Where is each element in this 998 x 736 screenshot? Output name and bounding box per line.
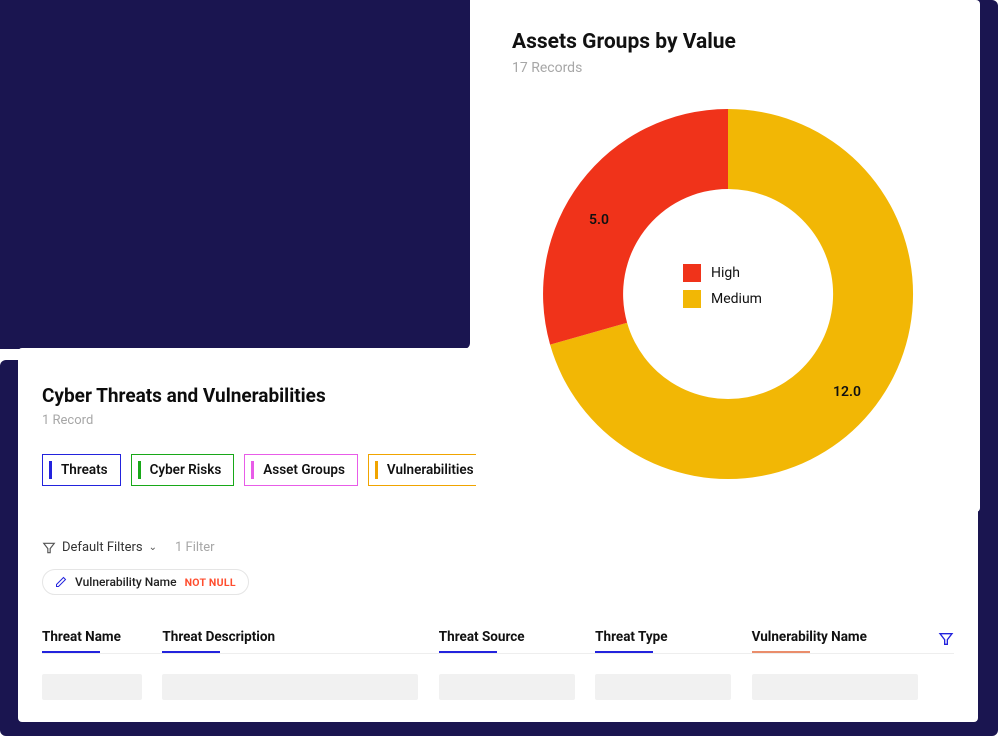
legend-label: Medium [711, 291, 762, 307]
donut-label-high: 5.0 [589, 212, 609, 228]
filter-chip-vulnerability-name[interactable]: Vulnerability Name NOT NULL [42, 569, 249, 595]
column-header-threat-source[interactable]: Threat Source [439, 629, 575, 651]
default-filters-dropdown[interactable]: Default Filters ⌄ [42, 540, 157, 555]
column-header-vulnerability-name[interactable]: Vulnerability Name [752, 629, 918, 651]
table-row [42, 674, 954, 700]
tab-label: Cyber Risks [150, 462, 222, 478]
chart-subtitle: 17 Records [512, 60, 944, 76]
column-header-threat-description[interactable]: Threat Description [162, 629, 418, 651]
legend-item-high: High [683, 264, 762, 282]
chart-legend: High Medium [683, 264, 762, 316]
legend-label: High [711, 265, 740, 281]
tab-threats[interactable]: Threats [42, 454, 121, 486]
tab-vulnerabilities[interactable]: Vulnerabilities [368, 454, 487, 486]
column-header-threat-name[interactable]: Threat Name [42, 629, 142, 651]
legend-swatch-medium [683, 290, 701, 308]
table-header-row: Threat Name Threat Description Threat So… [42, 629, 954, 651]
donut-label-medium: 12.0 [833, 384, 861, 400]
tab-indicator [375, 461, 378, 479]
filter-chip-badge: NOT NULL [185, 576, 236, 589]
chart-card: Assets Groups by Value 17 Records 5.0 12… [476, 0, 980, 512]
skeleton-cell [162, 674, 418, 700]
tab-label: Asset Groups [263, 462, 345, 478]
tab-asset-groups[interactable]: Asset Groups [244, 454, 358, 486]
spacer [938, 674, 954, 700]
decorative-shadow-top [0, 0, 470, 349]
skeleton-cell [439, 674, 575, 700]
tab-indicator [138, 461, 141, 479]
tab-label: Threats [61, 462, 108, 478]
chart-title: Assets Groups by Value [512, 30, 944, 54]
column-filter-icon[interactable] [938, 631, 954, 647]
donut-chart: 5.0 12.0 High Medium [513, 94, 943, 494]
filter-chip-label: Vulnerability Name [75, 575, 177, 589]
legend-swatch-high [683, 264, 701, 282]
skeleton-cell [42, 674, 142, 700]
chevron-down-icon: ⌄ [149, 542, 157, 553]
table-section: Threat Name Threat Description Threat So… [42, 629, 954, 700]
column-header-threat-type[interactable]: Threat Type [595, 629, 731, 651]
tab-cyber-risks[interactable]: Cyber Risks [131, 454, 235, 486]
filter-icon [42, 541, 56, 555]
table-header-divider [42, 653, 954, 654]
skeleton-cell [595, 674, 731, 700]
filters-row: Default Filters ⌄ 1 Filter [42, 540, 954, 555]
skeleton-cell [752, 674, 918, 700]
filter-count-label: 1 Filter [175, 540, 215, 555]
legend-item-medium: Medium [683, 290, 762, 308]
pencil-icon [55, 576, 67, 588]
default-filters-label: Default Filters [62, 540, 143, 555]
tab-indicator [251, 461, 254, 479]
tab-indicator [49, 461, 52, 479]
filter-chips-row: Vulnerability Name NOT NULL [42, 569, 954, 595]
tab-label: Vulnerabilities [387, 462, 474, 478]
